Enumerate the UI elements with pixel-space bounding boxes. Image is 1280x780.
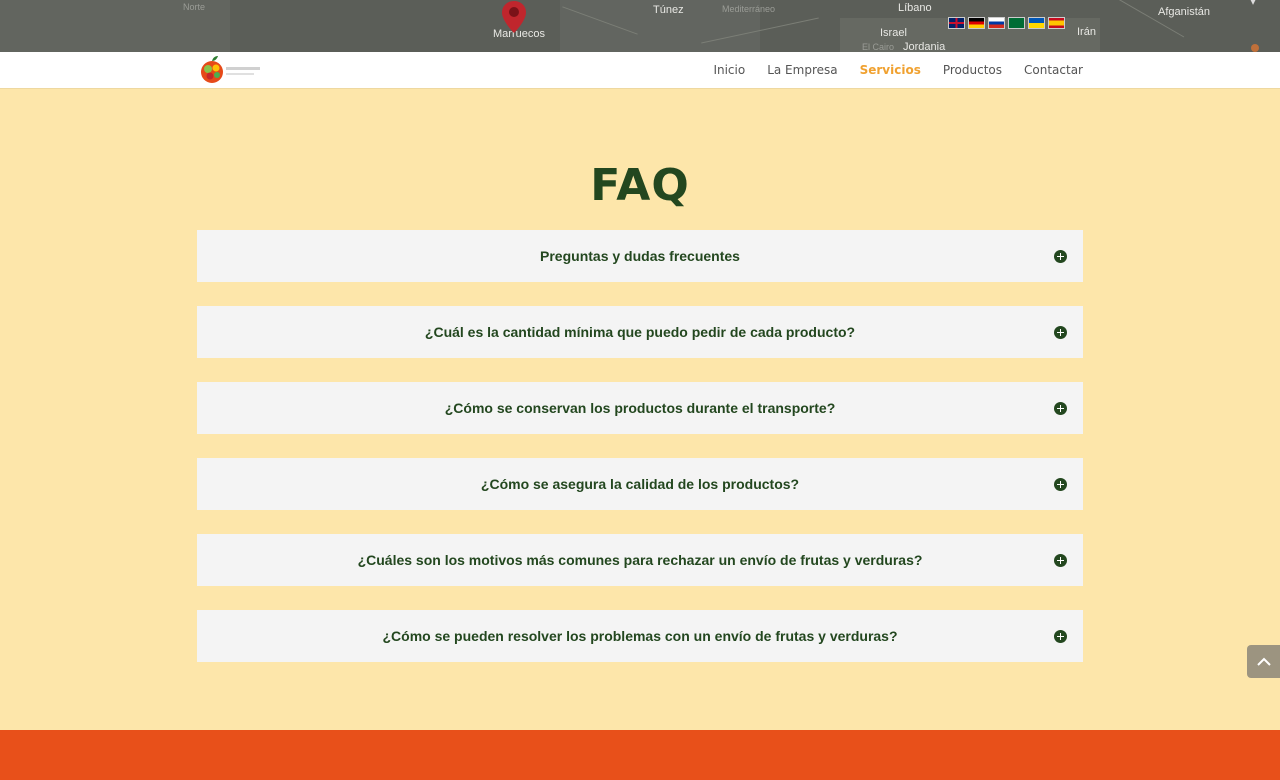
faq-item[interactable]: ¿Cómo se asegura la calidad de los produ… bbox=[197, 458, 1083, 510]
faq-question: ¿Cómo se conservan los productos durante… bbox=[444, 400, 836, 416]
language-switcher bbox=[948, 17, 1065, 29]
footer-band bbox=[0, 730, 1280, 780]
map-marker-dot bbox=[1251, 44, 1259, 52]
faq-item[interactable]: Preguntas y dudas frecuentes bbox=[197, 230, 1083, 282]
faq-question: ¿Cómo se pueden resolver los problemas c… bbox=[382, 628, 898, 644]
flag-ukrainian-icon[interactable] bbox=[1028, 17, 1045, 29]
faq-question: ¿Cuál es la cantidad mínima que puedo pe… bbox=[424, 324, 856, 340]
faq-item[interactable]: ¿Cuál es la cantidad mínima que puedo pe… bbox=[197, 306, 1083, 358]
flag-english-icon[interactable] bbox=[948, 17, 965, 29]
nav-item-productos[interactable]: Productos bbox=[943, 63, 1002, 77]
map-label-cairo: El Cairo bbox=[862, 42, 895, 52]
map-embed[interactable]: Norte Túnez Mediterráneo Líbano Afganist… bbox=[0, 0, 1280, 52]
plus-circle-icon[interactable] bbox=[1054, 402, 1067, 415]
flag-german-icon[interactable] bbox=[968, 17, 985, 29]
plus-circle-icon[interactable] bbox=[1054, 554, 1067, 567]
plus-circle-icon[interactable] bbox=[1054, 250, 1067, 263]
main-nav: Inicio La Empresa Servicios Productos Co… bbox=[713, 52, 1083, 88]
nav-item-servicios[interactable]: Servicios bbox=[860, 63, 921, 77]
map-label-tunez: Túnez bbox=[653, 4, 684, 16]
map-label-norte: Norte bbox=[183, 2, 206, 12]
logo[interactable] bbox=[198, 54, 264, 86]
plus-circle-icon[interactable] bbox=[1054, 326, 1067, 339]
faq-question: ¿Cuáles son los motivos más comunes para… bbox=[357, 552, 923, 568]
faq-accordion: Preguntas y dudas frecuentes ¿Cuál es la… bbox=[197, 230, 1083, 686]
flag-russian-icon[interactable] bbox=[988, 17, 1005, 29]
map-label-iran: Irán bbox=[1077, 26, 1096, 38]
faq-question: ¿Cómo se asegura la calidad de los produ… bbox=[480, 476, 800, 492]
faq-item[interactable]: ¿Cuáles son los motivos más comunes para… bbox=[197, 534, 1083, 586]
faq-item[interactable]: ¿Cómo se conservan los productos durante… bbox=[197, 382, 1083, 434]
map-label-israel: Israel bbox=[880, 27, 907, 39]
faq-title: FAQ bbox=[590, 160, 690, 211]
map-label-libano: Líbano bbox=[898, 2, 932, 14]
map-expand-icon[interactable]: ▾ bbox=[1250, 0, 1256, 8]
flag-spanish-icon[interactable] bbox=[1048, 17, 1065, 29]
nav-item-inicio[interactable]: Inicio bbox=[713, 63, 745, 77]
map-label-afganistan: Afganistán bbox=[1158, 6, 1210, 18]
scroll-top-button[interactable] bbox=[1247, 645, 1280, 678]
map-label-mediterraneo: Mediterráneo bbox=[722, 4, 776, 14]
map-pin-icon[interactable] bbox=[500, 0, 528, 34]
faq-item[interactable]: ¿Cómo se pueden resolver los problemas c… bbox=[197, 610, 1083, 662]
chevron-up-icon bbox=[1256, 657, 1271, 666]
plus-circle-icon[interactable] bbox=[1054, 630, 1067, 643]
flag-arabic-icon[interactable] bbox=[1008, 17, 1025, 29]
map-label-jordania: Jordania bbox=[903, 41, 946, 52]
plus-circle-icon[interactable] bbox=[1054, 478, 1067, 491]
nav-item-la-empresa[interactable]: La Empresa bbox=[767, 63, 837, 77]
site-header: Inicio La Empresa Servicios Productos Co… bbox=[0, 52, 1280, 88]
faq-question: Preguntas y dudas frecuentes bbox=[540, 248, 740, 264]
nav-item-contactar[interactable]: Contactar bbox=[1024, 63, 1083, 77]
